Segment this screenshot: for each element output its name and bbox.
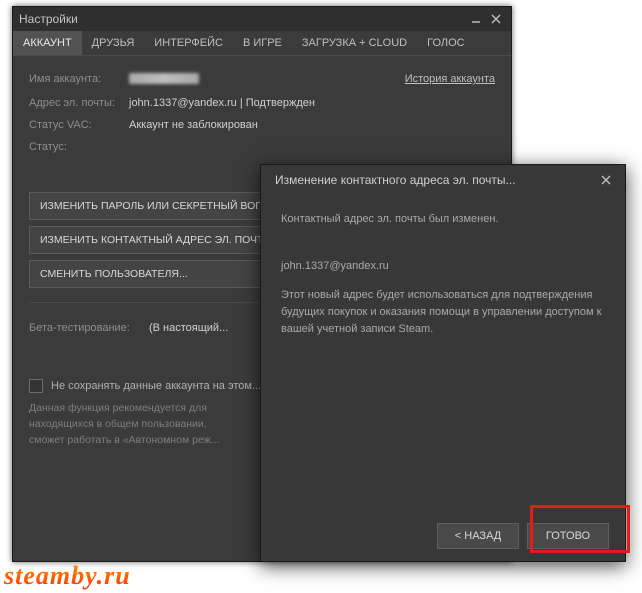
- change-email-button[interactable]: ИЗМЕНИТЬ КОНТАКТНЫЙ АДРЕС ЭЛ. ПОЧТЫ...: [29, 226, 289, 254]
- tab-downloads[interactable]: ЗАГРУЗКА + CLOUD: [292, 31, 417, 55]
- dialog-msg-changed: Контактный адрес эл. почты был изменен.: [281, 211, 605, 228]
- tab-account[interactable]: АККАУНТ: [13, 31, 82, 55]
- email-value: john.1337@yandex.ru | Подтвержден: [129, 97, 315, 109]
- email-label: Адрес эл. почты:: [29, 97, 129, 109]
- tab-friends[interactable]: ДРУЗЬЯ: [82, 31, 145, 55]
- change-user-button[interactable]: СМЕНИТЬ ПОЛЬЗОВАТЕЛЯ...: [29, 260, 289, 288]
- beta-value: (В настоящий...: [149, 322, 228, 334]
- dialog-title: Изменение контактного адреса эл. почты..…: [275, 173, 516, 187]
- dialog-close-button[interactable]: [597, 173, 615, 187]
- window-title: Настройки: [19, 12, 78, 26]
- close-button[interactable]: [487, 12, 505, 26]
- tab-voice[interactable]: ГОЛОС: [417, 31, 475, 55]
- back-button[interactable]: < НАЗАД: [437, 523, 519, 549]
- done-button[interactable]: ГОТОВО: [527, 523, 609, 549]
- email-change-dialog: Изменение контактного адреса эл. почты..…: [260, 164, 626, 562]
- no-save-checkbox[interactable]: [29, 379, 43, 393]
- change-password-button[interactable]: ИЗМЕНИТЬ ПАРОЛЬ ИЛИ СЕКРЕТНЫЙ ВОПРОС...: [29, 192, 289, 220]
- vac-value: Аккаунт не заблокирован: [129, 119, 258, 131]
- tab-interface[interactable]: ИНТЕРФЕЙС: [144, 31, 233, 55]
- minimize-button[interactable]: [467, 12, 485, 26]
- tab-ingame[interactable]: В ИГРЕ: [233, 31, 292, 55]
- account-history-link[interactable]: История аккаунта: [405, 73, 495, 87]
- dialog-titlebar: Изменение контактного адреса эл. почты..…: [261, 165, 625, 195]
- tabs: АККАУНТ ДРУЗЬЯ ИНТЕРФЕЙС В ИГРЕ ЗАГРУЗКА…: [13, 31, 511, 56]
- titlebar: Настройки: [13, 7, 511, 31]
- account-name-label: Имя аккаунта:: [29, 73, 129, 87]
- dialog-footer: < НАЗАД ГОТОВО: [261, 523, 625, 549]
- account-name-value: [129, 73, 199, 87]
- dialog-email: john.1337@yandex.ru: [281, 258, 605, 275]
- vac-label: Статус VAC:: [29, 119, 129, 131]
- beta-label: Бета-тестирование:: [29, 322, 149, 334]
- watermark: steamby.ru: [4, 561, 131, 591]
- dialog-body: Контактный адрес эл. почты был изменен. …: [261, 195, 625, 354]
- no-save-label: Не сохранять данные аккаунта на этом...: [51, 380, 261, 392]
- status-label: Статус:: [29, 141, 129, 153]
- dialog-desc: Этот новый адрес будет использоваться дл…: [281, 287, 605, 338]
